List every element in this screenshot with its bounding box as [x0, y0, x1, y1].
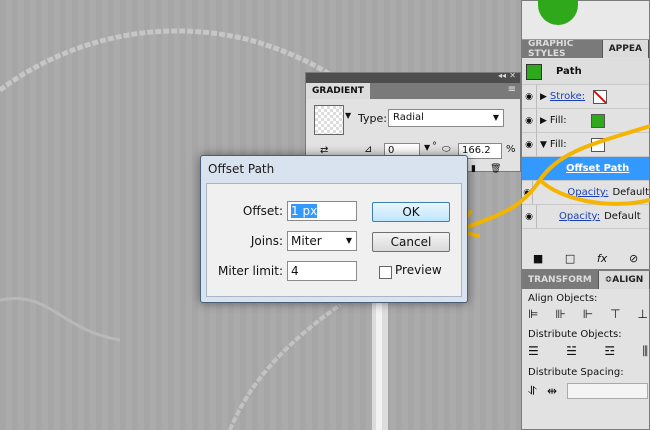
degree-sign: °	[432, 141, 437, 152]
opacity2-link[interactable]: Opacity:	[559, 211, 600, 222]
fx-icon[interactable]: fx	[597, 252, 607, 265]
row-spacer	[522, 157, 536, 180]
offset-value: 1 px	[291, 204, 318, 218]
opacity-value: Default	[612, 187, 649, 198]
distribute-vertical-space-icon[interactable]: ⥯	[528, 384, 537, 399]
new-fill-icon[interactable]: □	[565, 252, 575, 265]
offset-path-link[interactable]: Offset Path	[566, 163, 629, 174]
tab-gradient[interactable]: GRADIENT	[306, 83, 370, 99]
chevron-down-icon: ▼	[492, 113, 499, 122]
type-label: Type:	[358, 112, 387, 125]
fill-label: Fill:	[549, 115, 567, 126]
dialog-title: Offset Path	[208, 162, 275, 176]
joins-label: Joins:	[250, 234, 283, 248]
expand-triangle-icon[interactable]: ▶	[540, 92, 547, 102]
tab-graphic-styles[interactable]: GRAPHIC STYLES	[522, 39, 603, 59]
miter-limit-input[interactable]: 4	[287, 261, 357, 281]
align-panel: TRANSFORM ≎ ALIGN Align Objects: ⊫ ⊪ ⊩ ⊤ ⊥ D…	[521, 270, 650, 430]
ok-button[interactable]: OK	[372, 202, 450, 222]
tab-arrows-icon: ≎	[604, 275, 613, 285]
align-right-icon[interactable]: ⊩	[583, 307, 593, 321]
tab-appearance[interactable]: APPEA	[602, 40, 649, 58]
joins-value: Miter	[291, 234, 322, 248]
miter-limit-value: 4	[291, 264, 299, 278]
opacity-link[interactable]: Opacity:	[567, 187, 608, 198]
appearance-panel: GRAPHIC STYLES APPEA Path ◉ ▶ Stroke: ◉ …	[521, 0, 650, 270]
tab-transform[interactable]: TRANSFORM	[522, 271, 599, 289]
offset-path-dialog: Offset Path Offset: 1 px Joins: Miter ▼ …	[200, 155, 468, 303]
align-center-h-icon[interactable]: ⊪	[555, 307, 565, 321]
style-preview-thumbnail[interactable]	[538, 0, 578, 25]
preview-checkbox[interactable]	[379, 266, 392, 279]
distribute-objects-icons: ☰ ☱ ☲ ⫼	[528, 344, 648, 359]
collapse-icon[interactable]: ◂◂	[498, 71, 506, 80]
tab-align-label: ALIGN	[612, 275, 644, 285]
stroke-link[interactable]: Stroke:	[550, 91, 585, 102]
cancel-button[interactable]: Cancel	[372, 232, 450, 252]
trash-icon[interactable]: 🗑	[490, 164, 501, 174]
close-icon[interactable]: ✕	[509, 71, 516, 80]
visibility-eye-icon[interactable]: ◉	[522, 205, 537, 228]
opacity-row[interactable]: ◉ Opacity: Default	[522, 181, 649, 205]
distribute-spacing-label: Distribute Spacing:	[528, 367, 624, 378]
distribute-objects-label: Distribute Objects:	[528, 329, 622, 340]
align-objects-icons: ⊫ ⊪ ⊩ ⊤ ⊥	[528, 307, 648, 321]
distribute-spacing-controls: ⥯ ⇹	[528, 383, 648, 399]
stroke-row[interactable]: ◉ ▶ Stroke:	[522, 85, 649, 109]
opacity2-value: Default	[604, 211, 641, 222]
spacing-field[interactable]	[567, 383, 648, 399]
align-top-icon[interactable]: ⊤	[610, 307, 620, 321]
offset-path-row[interactable]: Offset Path	[522, 157, 649, 181]
stroke-none-swatch[interactable]	[593, 89, 608, 104]
chevron-down-icon[interactable]: ▼	[424, 143, 430, 152]
dialog-body: Offset: 1 px Joins: Miter ▼ Miter limit:…	[206, 183, 462, 297]
align-left-icon[interactable]: ⊫	[528, 307, 538, 321]
offset-input[interactable]: 1 px	[287, 201, 357, 221]
align-center-v-icon[interactable]: ⊥	[638, 307, 648, 321]
distribute-horizontal-space-icon[interactable]: ⇹	[547, 384, 557, 398]
panel-menu-icon[interactable]: ≡	[508, 84, 516, 95]
opacity2-row[interactable]: ◉ Opacity: Default	[522, 205, 649, 229]
path-color-thumbnail	[526, 63, 542, 80]
gradient-swatch[interactable]	[314, 105, 344, 135]
percent-sign: %	[506, 144, 516, 155]
fill-white-swatch[interactable]	[590, 137, 605, 152]
color-stop-icon[interactable]: ▮	[471, 164, 476, 174]
preview-label: Preview	[395, 263, 442, 277]
new-stroke-icon[interactable]: ■	[533, 252, 543, 265]
fill-green-swatch[interactable]	[590, 113, 605, 128]
angle-icon: ⊿	[364, 144, 373, 155]
path-label: Path	[556, 66, 582, 77]
appearance-toolbar: ■ □ fx ⊘	[522, 247, 649, 269]
offset-label: Offset:	[242, 204, 283, 218]
collapse-triangle-icon[interactable]: ▼	[540, 140, 547, 150]
type-select[interactable]: Radial ▼	[388, 109, 504, 127]
chevron-down-icon: ▼	[345, 236, 352, 245]
distribute-top-icon[interactable]: ☰	[528, 344, 539, 359]
aspect-ratio-icon: ⬭	[442, 144, 451, 155]
expand-triangle-icon[interactable]: ▶	[540, 116, 547, 126]
visibility-eye-icon[interactable]: ◉	[522, 109, 537, 132]
tab-align[interactable]: ≎ ALIGN	[598, 271, 650, 289]
joins-select[interactable]: Miter ▼	[287, 231, 357, 251]
fill-row[interactable]: ◉ ▶ Fill:	[522, 109, 649, 133]
align-objects-label: Align Objects:	[528, 293, 598, 304]
miter-limit-label: Miter limit:	[218, 264, 283, 278]
type-value: Radial	[393, 112, 424, 123]
visibility-eye-icon[interactable]: ◉	[522, 85, 537, 108]
fill2-label: Fill:	[549, 139, 567, 150]
distribute-center-icon[interactable]: ☱	[566, 344, 577, 359]
fill2-row[interactable]: ◉ ▼ Fill:	[522, 133, 649, 157]
visibility-eye-icon[interactable]: ◉	[522, 133, 537, 156]
chevron-down-icon[interactable]: ▼	[345, 111, 351, 120]
clear-icon[interactable]: ⊘	[629, 252, 638, 265]
visibility-eye-icon[interactable]: ◉	[522, 181, 534, 204]
distribute-left-icon[interactable]: ⫼	[642, 344, 648, 359]
distribute-bottom-icon[interactable]: ☲	[604, 344, 615, 359]
